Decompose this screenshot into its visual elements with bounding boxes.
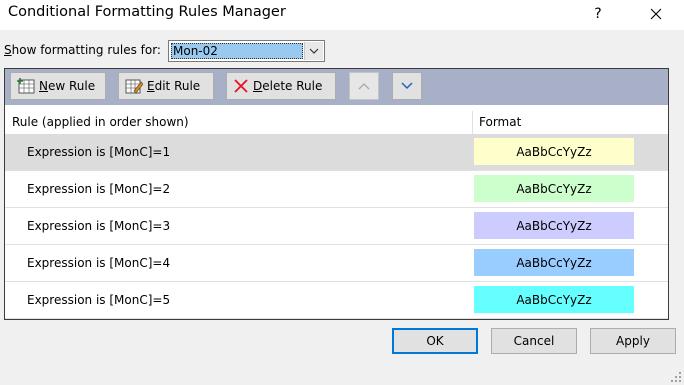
format-preview: AaBbCcYyZz: [474, 249, 634, 276]
rules-list: Expression is [MonC]=1 AaBbCcYyZz Expressi…: [5, 134, 668, 319]
rules-table-header: Rule (applied in order shown) Format: [5, 111, 668, 135]
rule-description: Expression is [MonC]=4: [27, 256, 171, 270]
format-preview: AaBbCcYyZz: [474, 138, 634, 165]
edit-rule-button[interactable]: Edit Rule: [118, 72, 214, 100]
rules-panel: New Rule Edit Rule Delete Rule Rule (app…: [4, 68, 669, 320]
new-rule-icon: [17, 78, 35, 94]
close-button[interactable]: [636, 0, 676, 28]
rule-description: Expression is [MonC]=2: [27, 182, 171, 196]
new-rule-button[interactable]: New Rule: [10, 72, 106, 100]
rule-description: Expression is [MonC]=3: [27, 219, 171, 233]
conditional-formatting-dialog: Conditional Formatting Rules Manager ? S…: [0, 0, 684, 385]
help-icon: ?: [594, 6, 602, 22]
rule-description: Expression is [MonC]=5: [27, 293, 171, 307]
format-preview: AaBbCcYyZz: [474, 175, 634, 202]
rule-row[interactable]: Expression is [MonC]=2 AaBbCcYyZz: [5, 171, 668, 208]
rule-row[interactable]: Expression is [MonC]=5 AaBbCcYyZz: [5, 282, 668, 319]
rule-row[interactable]: Expression is [MonC]=3 AaBbCcYyZz: [5, 208, 668, 245]
help-button[interactable]: ?: [578, 0, 618, 28]
show-rules-dropdown[interactable]: Mon-02: [168, 40, 325, 62]
title-bar: Conditional Formatting Rules Manager ?: [0, 0, 684, 30]
format-preview: AaBbCcYyZz: [474, 212, 634, 239]
rule-description: Expression is [MonC]=1: [27, 145, 171, 159]
show-rules-label: Show formatting rules for:: [4, 43, 161, 57]
apply-button[interactable]: Apply: [590, 328, 676, 354]
edit-rule-icon: [125, 79, 143, 94]
ok-button[interactable]: OK: [392, 328, 478, 354]
rules-toolbar: New Rule Edit Rule Delete Rule: [5, 69, 668, 105]
chevron-down-icon: [401, 82, 413, 90]
move-down-button[interactable]: [392, 72, 422, 100]
column-divider[interactable]: [472, 111, 473, 134]
close-icon: [650, 8, 662, 20]
move-up-button[interactable]: [349, 72, 379, 100]
cancel-button[interactable]: Cancel: [491, 328, 577, 354]
delete-icon: [234, 79, 248, 93]
resize-grip-icon[interactable]: [671, 372, 681, 382]
rule-column-header: Rule (applied in order shown): [12, 115, 189, 129]
chevron-up-icon: [358, 83, 370, 90]
dropdown-arrow-button[interactable]: [304, 42, 323, 60]
dropdown-selected-value: Mon-02: [171, 43, 303, 59]
format-preview: AaBbCcYyZz: [474, 286, 634, 313]
rule-row[interactable]: Expression is [MonC]=1 AaBbCcYyZz: [5, 134, 668, 171]
format-column-header: Format: [479, 115, 522, 129]
delete-rule-button[interactable]: Delete Rule: [226, 72, 336, 100]
rule-row[interactable]: Expression is [MonC]=4 AaBbCcYyZz: [5, 245, 668, 282]
dialog-title: Conditional Formatting Rules Manager: [8, 4, 286, 20]
chevron-down-icon: [309, 48, 319, 54]
